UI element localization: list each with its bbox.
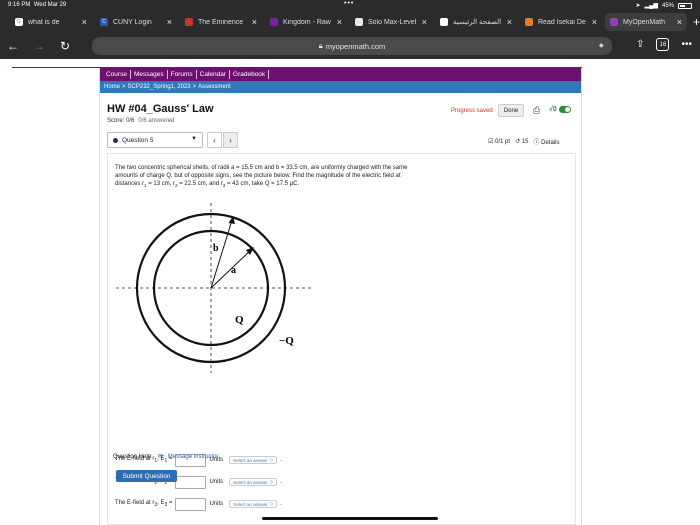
question-meta: ☑ 0/1 pt ↺ 15 ⓘ Details bbox=[488, 137, 559, 146]
close-icon[interactable]: × bbox=[677, 17, 682, 27]
label-b: b bbox=[213, 243, 219, 254]
lock-icon: 🔒︎ bbox=[318, 41, 323, 50]
answer-row-3: The E-field at r3, E3 = Units Select an … bbox=[115, 497, 282, 511]
label-neg-q: −Q bbox=[279, 335, 294, 347]
back-button[interactable]: ← bbox=[0, 39, 26, 53]
browser-tab[interactable]: Read Isekai De × bbox=[520, 13, 602, 31]
concentric-shells-figure: b a Q −Q bbox=[116, 203, 313, 373]
toggle-switch[interactable] bbox=[558, 106, 571, 113]
page-icon bbox=[355, 18, 363, 26]
nav-course[interactable]: Course bbox=[103, 70, 131, 79]
score-line: Score: 0/6 0/6 answered bbox=[107, 118, 175, 124]
browser-actions: ⇪ 16 ••• bbox=[636, 38, 692, 51]
message-instructor-link[interactable]: Message instructor bbox=[168, 454, 219, 460]
breadcrumb-page: Assessment bbox=[198, 84, 231, 90]
battery-icon bbox=[678, 2, 692, 9]
question-select[interactable]: Question 5 ▼ bbox=[107, 132, 203, 148]
units-select-2[interactable]: Select an answer ◇ bbox=[229, 478, 278, 486]
tab-count-button[interactable]: 16 bbox=[656, 38, 670, 51]
points: ☑ 0/1 pt bbox=[488, 139, 511, 145]
math-entry-toggle[interactable]: √0 bbox=[549, 106, 571, 113]
nav-gradebook[interactable]: Gradebook bbox=[230, 70, 270, 79]
print-icon[interactable]: ⎙ bbox=[533, 105, 540, 116]
cuny-icon: C bbox=[100, 18, 108, 26]
location-icon: ➤ bbox=[635, 3, 641, 9]
close-icon[interactable]: × bbox=[422, 17, 427, 27]
close-icon[interactable]: × bbox=[507, 17, 512, 27]
home-indicator[interactable] bbox=[262, 517, 438, 520]
units-select-3[interactable]: Select an answer ◇ bbox=[229, 500, 278, 508]
browser-toolbar: ← → ↻ 🔒︎ myopenmath.com ● ⇪ 16 ••• bbox=[0, 33, 700, 59]
reload-button[interactable]: ↻ bbox=[52, 39, 78, 53]
next-question-button[interactable]: › bbox=[223, 132, 238, 148]
browser-tab[interactable]: Kingdom - Raw × bbox=[265, 13, 347, 31]
browser-tab[interactable]: The Eminence × bbox=[180, 13, 262, 31]
page-icon bbox=[525, 18, 533, 26]
question-text: The two concentric spherical shells, of … bbox=[115, 165, 408, 189]
nav-calendar[interactable]: Calendar bbox=[197, 70, 231, 79]
browser-tab[interactable]: G what is de × bbox=[10, 13, 92, 31]
details-button[interactable]: ⓘ Details bbox=[533, 137, 559, 146]
close-icon[interactable]: × bbox=[167, 17, 172, 27]
new-tab-button[interactable]: + bbox=[693, 15, 700, 29]
question-help: Question Help: ✉ Message instructor bbox=[113, 453, 219, 461]
breadcrumb-course[interactable]: SCP232_Spring1, 2023 bbox=[128, 84, 191, 90]
retries: ↺ 15 bbox=[515, 139, 529, 145]
google-icon: G bbox=[15, 18, 23, 26]
battery-percent: 45% bbox=[661, 2, 674, 9]
progress-status: Progress saved bbox=[451, 108, 493, 114]
close-icon[interactable]: × bbox=[592, 17, 597, 27]
microphone-icon[interactable]: ● bbox=[599, 40, 604, 50]
close-icon[interactable]: × bbox=[252, 17, 257, 27]
signal-icon: ▂▄▆ bbox=[644, 3, 658, 9]
done-button[interactable]: Done bbox=[498, 104, 524, 117]
page-icon bbox=[270, 18, 278, 26]
nav-messages[interactable]: Messages bbox=[131, 70, 168, 79]
submit-question-button[interactable]: Submit Question bbox=[116, 470, 177, 482]
address-bar[interactable]: 🔒︎ myopenmath.com ● bbox=[92, 37, 612, 55]
question-panel: The two concentric spherical shells, of … bbox=[107, 153, 576, 525]
chevron-down-icon: ▼ bbox=[191, 136, 197, 142]
url-text: myopenmath.com bbox=[325, 41, 386, 51]
forward-button[interactable]: → bbox=[26, 39, 52, 53]
efield-3-input[interactable] bbox=[175, 497, 207, 511]
label-a: a bbox=[231, 265, 236, 276]
more-icon[interactable]: ••• bbox=[681, 39, 692, 50]
previous-question-button[interactable]: ‹ bbox=[207, 132, 222, 148]
label-q: Q bbox=[235, 314, 244, 326]
status-bar: 9:16 PM Wed Mar 29 ••• ➤ ▂▄▆ 45% bbox=[0, 0, 700, 11]
page-icon bbox=[185, 18, 193, 26]
browser-tab-strip: G what is de × C CUNY Login × The Eminen… bbox=[0, 11, 700, 33]
status-indicators: ➤ ▂▄▆ 45% bbox=[635, 2, 692, 9]
status-dot-icon bbox=[113, 137, 118, 143]
mail-icon: ✉ bbox=[157, 454, 163, 460]
status-time: 9:16 PM Wed Mar 29 bbox=[8, 2, 67, 8]
browser-tab-active[interactable]: MyOpenMath × bbox=[605, 13, 687, 31]
close-icon[interactable]: × bbox=[337, 17, 342, 27]
share-icon[interactable]: ⇪ bbox=[636, 39, 644, 50]
multitask-dots-icon[interactable]: ••• bbox=[344, 0, 354, 7]
myopenmath-icon bbox=[610, 18, 618, 26]
course-nav: Course Messages Forums Calendar Gradeboo… bbox=[100, 68, 581, 81]
breadcrumb: Home > SCP232_Spring1, 2023 > Assessment bbox=[100, 81, 581, 93]
browser-tab[interactable]: الصفحة الرئيسية × bbox=[435, 13, 517, 31]
efield-2-input[interactable] bbox=[175, 475, 207, 489]
page-icon bbox=[440, 18, 448, 26]
browser-tab[interactable]: C CUNY Login × bbox=[95, 13, 177, 31]
site-header-divider bbox=[12, 59, 582, 68]
units-select-1[interactable]: Select an answer ◇ bbox=[229, 456, 278, 464]
nav-forums[interactable]: Forums bbox=[168, 70, 197, 79]
browser-tab[interactable]: Solo Max-Level × bbox=[350, 13, 432, 31]
close-icon[interactable]: × bbox=[82, 17, 87, 27]
breadcrumb-home[interactable]: Home bbox=[104, 84, 120, 90]
page-title: HW #04_Gauss' Law bbox=[107, 103, 214, 115]
